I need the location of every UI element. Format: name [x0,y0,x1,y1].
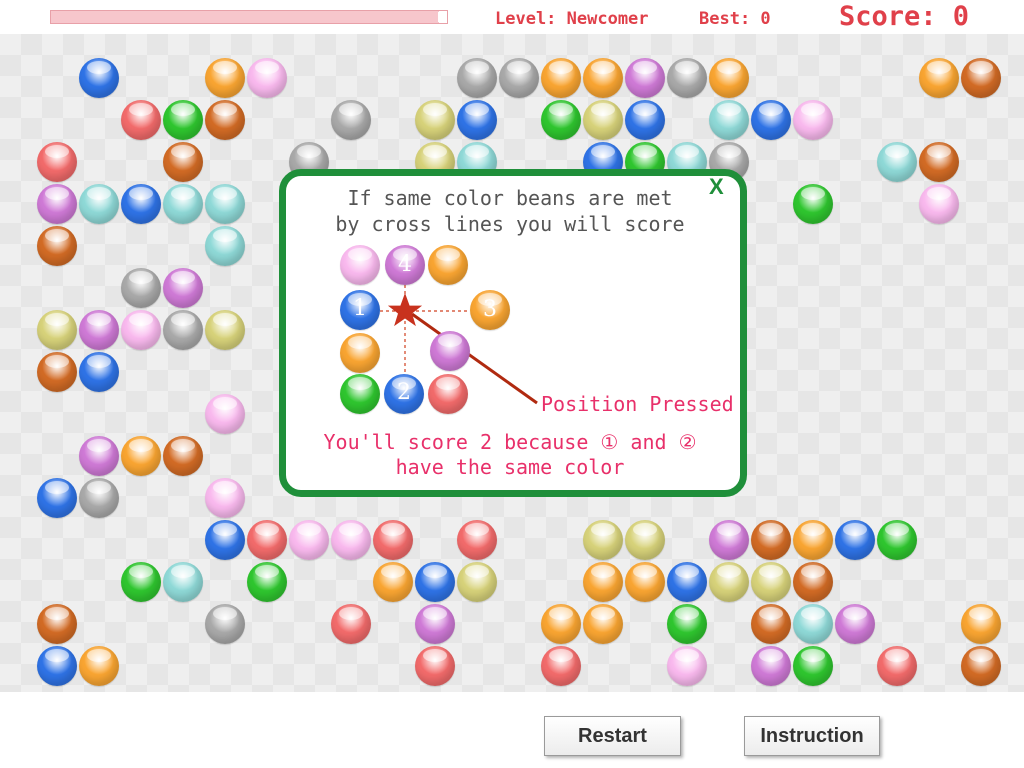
example-bean-purple [430,331,470,371]
example-bean-pink [340,245,380,285]
example-number-1: 1 [353,296,367,321]
example-bean-red [428,374,468,414]
dialog-explanation-line-2: have the same color [395,455,625,479]
example-number-3: 3 [483,297,497,322]
dialog-explanation-line-1: You'll score 2 because ① and ② [323,430,697,454]
example-bean-orange-top [428,245,468,285]
example-diagram [380,285,538,405]
position-pressed-label: Position Pressed [541,392,734,416]
restart-button[interactable]: Restart [544,716,681,756]
example-number-2: 2 [397,380,411,405]
example-bean-green [340,374,380,414]
example-number-4: 4 [398,252,412,277]
example-bean-orange-left [340,333,380,373]
instruction-button[interactable]: Instruction [744,716,880,756]
